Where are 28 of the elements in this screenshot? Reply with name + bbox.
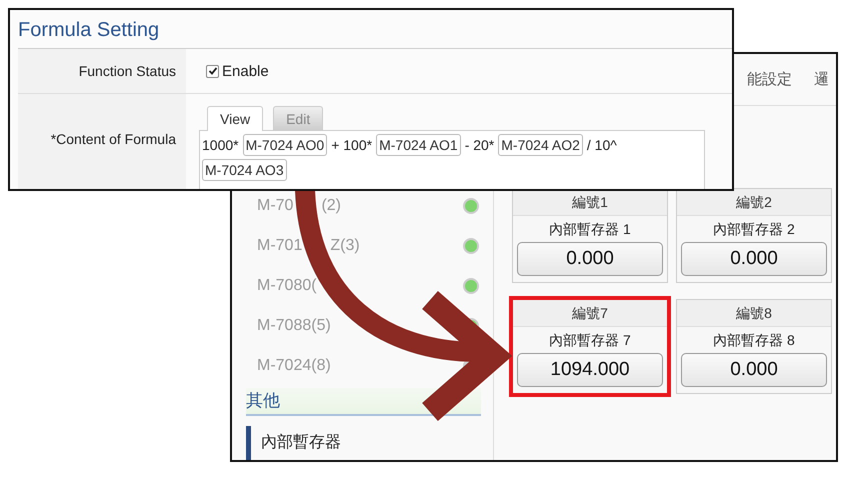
nav-tab[interactable]: 能設定 — [747, 70, 792, 89]
formula-text: 1000* — [202, 137, 239, 153]
formula-text: - 20* — [464, 137, 494, 153]
value-button[interactable]: 0.000 — [681, 353, 827, 387]
card-header: 編號7 — [513, 300, 667, 327]
card-header: 編號1 — [513, 189, 667, 216]
field-label: *Content of Formula — [18, 94, 186, 189]
checkbox-label: Enable — [222, 62, 269, 80]
value-button[interactable]: 0.000 — [681, 242, 827, 276]
register-name: 內部暫存器 2 — [713, 220, 795, 239]
card-header: 編號2 — [677, 189, 831, 216]
checkbox[interactable] — [206, 64, 219, 78]
register-name: 內部暫存器 7 — [549, 331, 631, 350]
variable-tag[interactable]: M-7024 AO3 — [202, 159, 287, 181]
variable-tag[interactable]: M-7024 AO0 — [242, 134, 328, 156]
value-button[interactable]: 0.000 — [517, 242, 663, 276]
register-name: 內部暫存器 1 — [549, 220, 631, 239]
formula-text: + 100* — [331, 137, 372, 153]
variable-tag[interactable]: M-7024 AO1 — [376, 134, 461, 156]
register-name: 內部暫存器 8 — [713, 331, 795, 350]
card-header: 編號8 — [677, 300, 831, 327]
variable-tag[interactable]: M-7024 AO2 — [498, 134, 583, 156]
formula-text: / 10^ — [586, 137, 617, 153]
tab[interactable]: View — [207, 106, 264, 131]
nav-tab[interactable]: 邏 — [814, 70, 829, 89]
sidebar-item[interactable]: 內部暫存器 — [246, 426, 481, 460]
field-label: Function Status — [18, 49, 186, 93]
value-button[interactable]: 1094.000 — [517, 353, 663, 387]
